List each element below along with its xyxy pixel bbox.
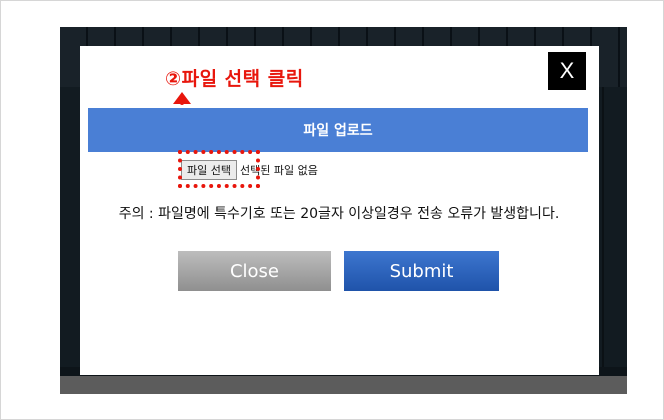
- modal-title: 파일 업로드: [88, 108, 588, 152]
- annotation-callout: ②파일 선택 클릭: [165, 68, 304, 90]
- file-upload-modal: X ②파일 선택 클릭 파일 업로드 파일 선택 선택된 파일 없음 주의 : …: [80, 46, 599, 375]
- modal-close-icon[interactable]: X: [548, 52, 586, 90]
- close-button[interactable]: Close: [178, 251, 331, 291]
- upload-notice: 주의 : 파일명에 특수기호 또는 20글자 이상일경우 전송 오류가 발생합니…: [118, 206, 560, 222]
- background-bottom-strip: [60, 376, 627, 394]
- submit-button[interactable]: Submit: [344, 251, 499, 291]
- annotation-highlight-box: [178, 150, 260, 188]
